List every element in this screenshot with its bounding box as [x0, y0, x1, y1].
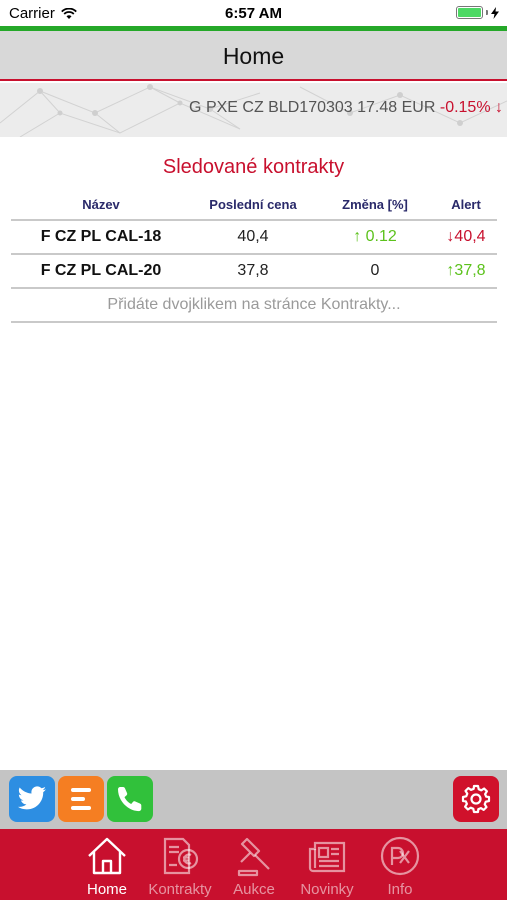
contract-alert: ↑37,8 [435, 254, 497, 289]
contract-price: 40,4 [191, 220, 315, 255]
table-header: Název Poslední cena Změna [%] Alert [11, 190, 497, 221]
tab-label: Kontrakty [148, 881, 212, 898]
column-header-alert: Alert [435, 190, 497, 221]
tab-auctions[interactable]: Aukce [214, 833, 294, 898]
hint-row: Přidáte dvojklikem na stránce Kontrakty.… [11, 288, 497, 323]
home-icon [88, 837, 126, 875]
ticker-item: G PXE CZ BLD170303 17.48 EUR -0.15% ↓ [189, 99, 503, 117]
e-list-button[interactable] [58, 776, 104, 822]
gavel-icon [237, 837, 270, 877]
contract-name: F CZ PL CAL-20 [11, 254, 191, 289]
column-header-last-price: Poslední cena [191, 190, 315, 221]
twitter-button[interactable] [9, 776, 55, 822]
tab-label: Home [86, 881, 127, 898]
twitter-icon [17, 786, 46, 810]
contract-euro-icon [163, 837, 199, 875]
contract-alert: ↓40,4 [435, 220, 497, 255]
page-title: Home [222, 43, 285, 69]
ticker-change: -0.15% ↓ [439, 99, 503, 116]
charging-icon [491, 6, 499, 19]
price-ticker[interactable]: G PXE CZ BLD170303 17.48 EUR -0.15% ↓ [0, 83, 507, 137]
ticker-instrument: G PXE CZ BLD170303 17.48 EUR [189, 99, 436, 116]
add-hint: Přidáte dvojklikem na stránce Kontrakty.… [11, 288, 497, 323]
watchlist-title: Sledované kontrakty [162, 156, 345, 178]
phone-icon [118, 787, 142, 812]
watchlist-table: Název Poslední cena Změna [%] Alert F CZ… [11, 190, 497, 323]
tab-news[interactable]: Novinky [287, 833, 367, 898]
table-row[interactable]: F CZ PL CAL-20 37,8 0 ↑37,8 [11, 254, 497, 289]
status-bar: Carrier 6:57 AM [0, 0, 507, 26]
contract-change: 0 [315, 254, 435, 289]
table-row[interactable]: F CZ PL CAL-18 40,4 ↑ 0.12 ↓40,4 [11, 220, 497, 255]
settings-button[interactable] [453, 776, 499, 822]
contract-price: 37,8 [191, 254, 315, 289]
info-logo-icon [380, 836, 420, 876]
clock: 6:57 AM [225, 5, 282, 22]
contract-name: F CZ PL CAL-18 [11, 220, 191, 255]
gear-icon [461, 784, 491, 814]
tab-label: Info [387, 881, 413, 898]
phone-button[interactable] [107, 776, 153, 822]
tab-home[interactable]: Home [67, 833, 147, 898]
column-header-name: Název [11, 190, 191, 221]
contract-change: ↑ 0.12 [315, 220, 435, 255]
tab-label: Aukce [233, 881, 275, 898]
tab-bar: Home Kontrakty Aukce Novinky Info [0, 829, 507, 900]
newspaper-icon [308, 841, 346, 873]
tab-label: Novinky [300, 881, 354, 898]
tools-bar [0, 770, 507, 829]
navigation-bar: Home [0, 31, 507, 81]
column-header-change: Změna [%] [315, 190, 435, 221]
list-e-icon [71, 788, 91, 810]
tab-contracts[interactable]: Kontrakty [140, 833, 220, 898]
tab-info[interactable]: Info [360, 833, 440, 898]
battery-icon [456, 6, 499, 19]
